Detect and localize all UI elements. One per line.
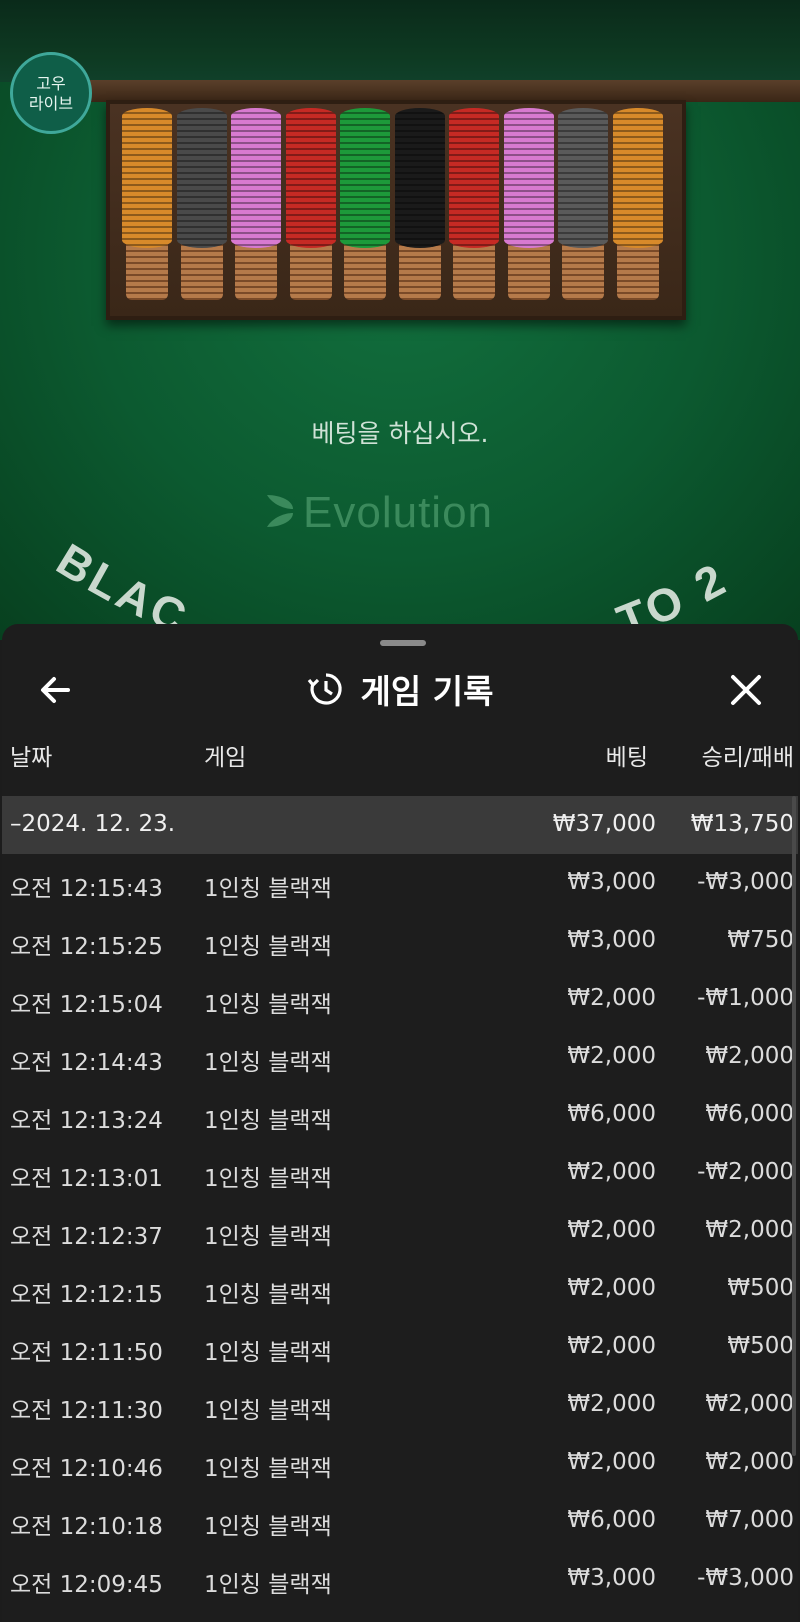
group-bet-total: ₩37,000 bbox=[552, 811, 656, 837]
row-bet: ₩3,000 bbox=[567, 927, 656, 953]
row-game: 1인칭 블랙잭 bbox=[204, 1514, 332, 1540]
row-win-loss: ₩6,000 bbox=[705, 1101, 794, 1127]
history-row[interactable]: 오전 12:14:43 1인칭 블랙잭 ₩2,000 ₩2,000 bbox=[2, 1028, 798, 1086]
history-row[interactable]: 오전 12:11:30 1인칭 블랙잭 ₩2,000 ₩2,000 bbox=[2, 1376, 798, 1434]
row-time: 오전 12:11:50 bbox=[10, 1340, 163, 1366]
back-button[interactable] bbox=[34, 668, 78, 712]
row-game: 1인칭 블랙잭 bbox=[204, 1050, 332, 1076]
row-bet: ₩2,000 bbox=[567, 1275, 656, 1301]
row-win-loss: -₩1,000 bbox=[697, 985, 794, 1011]
row-bet: ₩2,000 bbox=[567, 1449, 656, 1475]
history-row[interactable]: 오전 12:13:24 1인칭 블랙잭 ₩6,000 ₩6,000 bbox=[2, 1086, 798, 1144]
close-button[interactable] bbox=[724, 668, 768, 712]
row-win-loss: ₩2,000 bbox=[705, 1217, 794, 1243]
history-row[interactable]: 오전 12:15:43 1인칭 블랙잭 ₩3,000 -₩3,000 bbox=[2, 854, 798, 912]
row-time: 오전 12:15:25 bbox=[10, 934, 163, 960]
row-time: 오전 12:12:37 bbox=[10, 1224, 163, 1250]
row-game: 1인칭 블랙잭 bbox=[204, 1572, 332, 1598]
row-bet: ₩2,000 bbox=[567, 1217, 656, 1243]
row-bet: ₩2,000 bbox=[567, 985, 656, 1011]
row-game: 1인칭 블랙잭 bbox=[204, 1398, 332, 1424]
row-time: 오전 12:13:01 bbox=[10, 1166, 163, 1192]
row-bet: ₩3,000 bbox=[567, 869, 656, 895]
sheet-title: 게임 기록 bbox=[360, 672, 494, 711]
row-game: 1인칭 블랙잭 bbox=[204, 876, 332, 902]
history-table: –2024. 12. 23. ₩37,000 ₩13,750 오전 12:15:… bbox=[2, 796, 798, 1608]
row-time: 오전 12:10:46 bbox=[10, 1456, 163, 1482]
column-win-loss: 승리/패배 bbox=[701, 745, 794, 771]
history-row[interactable]: 오전 12:10:46 1인칭 블랙잭 ₩2,000 ₩2,000 bbox=[2, 1434, 798, 1492]
row-win-loss: ₩500 bbox=[727, 1333, 794, 1359]
game-table-scene: 고우 라이브 베팅을 하십시오. Evolution BLAC TO 2 bbox=[0, 0, 800, 640]
row-time: 오전 12:15:43 bbox=[10, 876, 163, 902]
row-game: 1인칭 블랙잭 bbox=[204, 1282, 332, 1308]
row-game: 1인칭 블랙잭 bbox=[204, 1224, 332, 1250]
history-row[interactable]: 오전 12:12:15 1인칭 블랙잭 ₩2,000 ₩500 bbox=[2, 1260, 798, 1318]
row-win-loss: -₩3,000 bbox=[697, 1565, 794, 1591]
row-win-loss: ₩750 bbox=[727, 927, 794, 953]
history-row[interactable]: 오전 12:15:25 1인칭 블랙잭 ₩3,000 ₩750 bbox=[2, 912, 798, 970]
row-bet: ₩2,000 bbox=[567, 1043, 656, 1069]
row-win-loss: ₩7,000 bbox=[705, 1507, 794, 1533]
history-row[interactable]: 오전 12:13:01 1인칭 블랙잭 ₩2,000 -₩2,000 bbox=[2, 1144, 798, 1202]
sheet-header: 게임 기록 bbox=[2, 654, 798, 724]
row-win-loss: ₩2,000 bbox=[705, 1391, 794, 1417]
row-bet: ₩2,000 bbox=[567, 1333, 656, 1359]
row-time: 오전 12:11:30 bbox=[10, 1398, 163, 1424]
row-bet: ₩3,000 bbox=[567, 1565, 656, 1591]
row-bet: ₩2,000 bbox=[567, 1391, 656, 1417]
history-row[interactable]: 오전 12:10:18 1인칭 블랙잭 ₩6,000 ₩7,000 bbox=[2, 1492, 798, 1550]
game-history-sheet: 게임 기록 날짜 게임 베팅 승리/패배 –2024. 12. 23. ₩37,… bbox=[2, 624, 798, 1622]
column-headers: 날짜 게임 베팅 승리/패배 bbox=[2, 728, 798, 776]
group-win-loss-total: ₩13,750 bbox=[690, 811, 794, 837]
row-win-loss: -₩3,000 bbox=[697, 869, 794, 895]
history-row[interactable]: 오전 12:12:37 1인칭 블랙잭 ₩2,000 ₩2,000 bbox=[2, 1202, 798, 1260]
sheet-drag-handle[interactable] bbox=[380, 640, 426, 646]
back-arrow-icon bbox=[41, 677, 70, 703]
row-win-loss: ₩500 bbox=[727, 1275, 794, 1301]
title-group: 게임 기록 bbox=[2, 654, 798, 724]
history-row[interactable]: 오전 12:09:45 1인칭 블랙잭 ₩3,000 -₩3,000 bbox=[2, 1550, 798, 1608]
column-game: 게임 bbox=[204, 745, 247, 771]
row-time: 오전 12:12:15 bbox=[10, 1282, 163, 1308]
close-icon bbox=[731, 675, 761, 705]
row-time: 오전 12:13:24 bbox=[10, 1108, 163, 1134]
row-game: 1인칭 블랙잭 bbox=[204, 992, 332, 1018]
group-date: –2024. 12. 23. bbox=[10, 811, 176, 837]
column-bet: 베팅 bbox=[605, 745, 648, 771]
date-group-row[interactable]: –2024. 12. 23. ₩37,000 ₩13,750 bbox=[2, 796, 798, 854]
row-time: 오전 12:15:04 bbox=[10, 992, 163, 1018]
history-row[interactable]: 오전 12:11:50 1인칭 블랙잭 ₩2,000 ₩500 bbox=[2, 1318, 798, 1376]
row-game: 1인칭 블랙잭 bbox=[204, 934, 332, 960]
row-win-loss: ₩2,000 bbox=[705, 1449, 794, 1475]
row-game: 1인칭 블랙잭 bbox=[204, 1108, 332, 1134]
history-row[interactable]: 오전 12:15:04 1인칭 블랙잭 ₩2,000 -₩1,000 bbox=[2, 970, 798, 1028]
row-time: 오전 12:09:45 bbox=[10, 1572, 163, 1598]
row-win-loss: -₩2,000 bbox=[697, 1159, 794, 1185]
row-game: 1인칭 블랙잭 bbox=[204, 1340, 332, 1366]
scrollbar[interactable] bbox=[792, 796, 796, 1456]
history-row-list: 오전 12:15:43 1인칭 블랙잭 ₩3,000 -₩3,000 오전 12:15:… bbox=[2, 854, 798, 1608]
column-date: 날짜 bbox=[10, 745, 53, 771]
row-time: 오전 12:10:18 bbox=[10, 1514, 163, 1540]
history-icon bbox=[307, 673, 342, 705]
row-game: 1인칭 블랙잭 bbox=[204, 1456, 332, 1482]
row-bet: ₩6,000 bbox=[567, 1507, 656, 1533]
table-arc-text: BLAC TO 2 bbox=[48, 533, 732, 640]
row-game: 1인칭 블랙잭 bbox=[204, 1166, 332, 1192]
row-win-loss: ₩2,000 bbox=[705, 1043, 794, 1069]
row-bet: ₩2,000 bbox=[567, 1159, 656, 1185]
row-bet: ₩6,000 bbox=[567, 1101, 656, 1127]
row-time: 오전 12:14:43 bbox=[10, 1050, 163, 1076]
